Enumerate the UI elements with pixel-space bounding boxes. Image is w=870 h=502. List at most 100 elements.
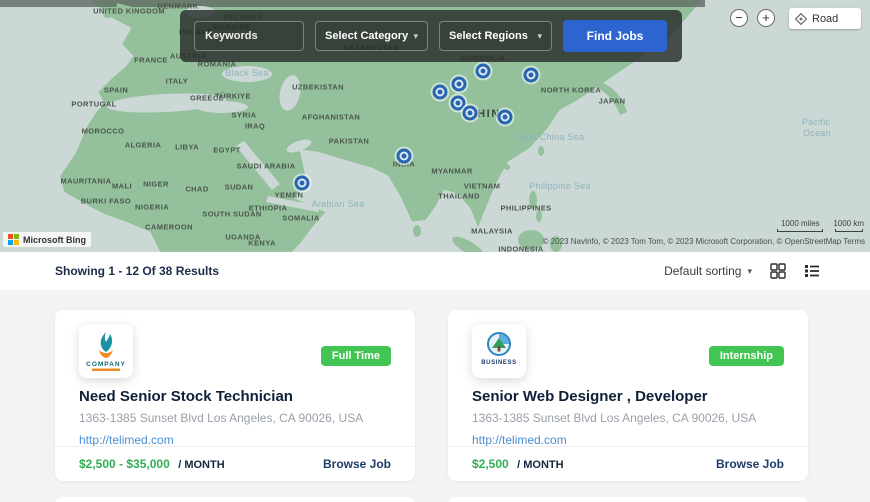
- map-label: SUDAN: [225, 183, 254, 192]
- job-address: 1363-1385 Sunset Blvd Los Angeles, CA 90…: [448, 411, 808, 425]
- map-label: EGYPT: [213, 146, 240, 155]
- bing-logo-text: Microsoft Bing: [23, 235, 86, 245]
- map-label: ALGERIA: [125, 141, 162, 150]
- regions-select[interactable]: Select Regions ▾: [439, 21, 552, 51]
- map-style-icon: [795, 13, 807, 25]
- map-label: SYRIA: [232, 111, 257, 120]
- browse-job-link[interactable]: Browse Job: [323, 457, 391, 471]
- browse-job-link[interactable]: Browse Job: [716, 457, 784, 471]
- next-card-preview: [448, 497, 808, 502]
- map-label: AFGHANISTAN: [302, 113, 360, 122]
- category-select-label: Select Category: [325, 30, 408, 42]
- map-label: MALI: [112, 182, 132, 191]
- map-label: PAKISTAN: [329, 137, 369, 146]
- results-bar: Showing 1 - 12 Of 38 Results Default sor…: [0, 252, 870, 290]
- job-type-badge: Full Time: [321, 346, 391, 366]
- map-label: CAMEROON: [145, 223, 193, 232]
- map-label: UZBEKISTAN: [292, 83, 344, 92]
- map-label: MYANMAR: [431, 167, 472, 176]
- keywords-input[interactable]: [195, 30, 303, 42]
- map-style-select[interactable]: Road: [789, 8, 861, 29]
- microsoft-logo-icon: [8, 234, 19, 245]
- job-salary-period: / MONTH: [517, 459, 563, 471]
- map-label: NORTH KOREA: [541, 86, 601, 95]
- page: UNITED KINGDOMDENMARKPOLANDBELARUSUKRAIN…: [0, 0, 870, 502]
- map-label: IRAQ: [245, 122, 265, 131]
- map-label: YEMEN: [275, 191, 304, 200]
- job-type-badge: Internship: [709, 346, 784, 366]
- map-label: VIETNAM: [464, 182, 501, 191]
- map-attribution: © 2023 NavInfo, © 2023 Tom Tom, © 2023 M…: [543, 237, 865, 246]
- keywords-field[interactable]: [194, 21, 304, 51]
- map-label: THAILAND: [438, 192, 480, 201]
- map-label: SOUTH SUDAN: [202, 210, 261, 219]
- find-jobs-button[interactable]: Find Jobs: [563, 20, 667, 52]
- scale-km-label: 1000 km: [833, 219, 864, 228]
- map-label: Black Sea: [225, 68, 268, 78]
- map-label: SPAIN: [104, 86, 128, 95]
- map-label: East China Sea: [518, 132, 585, 142]
- job-address: 1363-1385 Sunset Blvd Los Angeles, CA 90…: [55, 411, 415, 425]
- map-label: LIBYA: [175, 143, 199, 152]
- map-marker[interactable]: [433, 85, 448, 100]
- chevron-down-icon: ▾: [413, 31, 418, 42]
- map-marker[interactable]: [295, 176, 310, 191]
- business-logo: BUSINESS: [472, 324, 526, 378]
- job-website-link[interactable]: http://telimed.com: [55, 433, 415, 447]
- map-label: Philippine Sea: [529, 181, 591, 191]
- map-label: JAPAN: [599, 97, 626, 106]
- map-canvas[interactable]: UNITED KINGDOMDENMARKPOLANDBELARUSUKRAIN…: [0, 0, 870, 252]
- map-label: MAURITANIA: [61, 177, 112, 186]
- job-card: COMPANY Full Time Need Senior Stock Tech…: [55, 310, 415, 481]
- map-label: Ocean: [803, 128, 831, 138]
- map-marker[interactable]: [452, 77, 467, 92]
- next-card-preview: [55, 497, 415, 502]
- map-label: INDONESIA: [498, 245, 543, 253]
- category-select[interactable]: Select Category ▾: [315, 21, 428, 51]
- regions-select-label: Select Regions: [449, 30, 528, 42]
- grid-view-icon[interactable]: [770, 263, 786, 279]
- map-scale: 1000 miles 1000 km: [777, 219, 864, 232]
- job-search-panel: Select Category ▾ Select Regions ▾ Find …: [180, 10, 682, 62]
- company-logo-flame: [101, 332, 112, 352]
- sorting-label: Default sorting: [664, 264, 741, 278]
- chevron-down-icon: ▾: [537, 31, 542, 42]
- scale-miles-bar: [777, 229, 823, 232]
- map-style-label: Road: [812, 13, 838, 25]
- map-marker[interactable]: [397, 149, 412, 164]
- map-label: ITALY: [166, 77, 188, 86]
- map-label: TÜRKIYE: [215, 92, 251, 101]
- list-view-icon[interactable]: [804, 263, 820, 279]
- map-label: PHILIPPINES: [500, 204, 551, 213]
- job-card: BUSINESS Internship Senior Web Designer …: [448, 310, 808, 481]
- zoom-out-button[interactable]: −: [730, 9, 748, 27]
- business-logo-text: BUSINESS: [481, 360, 516, 366]
- map-label: SAUDI ARABIA: [236, 162, 295, 171]
- map-label: FRANCE: [134, 56, 168, 65]
- map-marker[interactable]: [498, 110, 513, 125]
- map-marker[interactable]: [524, 68, 539, 83]
- job-salary-period: / MONTH: [178, 459, 224, 471]
- map-label: PORTUGAL: [71, 100, 116, 109]
- map-label: SOMALIA: [282, 214, 319, 223]
- map-label: Pacific: [802, 117, 831, 127]
- map-label: MALAYSIA: [471, 227, 513, 236]
- bing-logo[interactable]: Microsoft Bing: [3, 232, 91, 247]
- map-label: BURKI FASO: [81, 197, 131, 206]
- map-marker[interactable]: [476, 64, 491, 79]
- scale-km-bar: [835, 229, 863, 232]
- map-label: MOROCCO: [82, 127, 125, 136]
- map-label: KENYA: [248, 239, 276, 248]
- job-title: Need Senior Stock Technician: [55, 388, 415, 405]
- map-label: CHAD: [185, 185, 208, 194]
- job-website-link[interactable]: http://telimed.com: [448, 433, 808, 447]
- map-marker[interactable]: [463, 106, 478, 121]
- chevron-down-icon: ▾: [747, 266, 752, 277]
- results-count: Showing 1 - 12 Of 38 Results: [55, 264, 219, 278]
- job-salary: $2,500 - $35,000: [79, 457, 170, 471]
- sorting-dropdown[interactable]: Default sorting ▾: [664, 264, 752, 278]
- job-results-section: COMPANY Full Time Need Senior Stock Tech…: [0, 290, 870, 502]
- zoom-in-button[interactable]: +: [757, 9, 775, 27]
- company-logo: COMPANY: [79, 324, 133, 378]
- company-logo-text: COMPANY: [86, 361, 126, 368]
